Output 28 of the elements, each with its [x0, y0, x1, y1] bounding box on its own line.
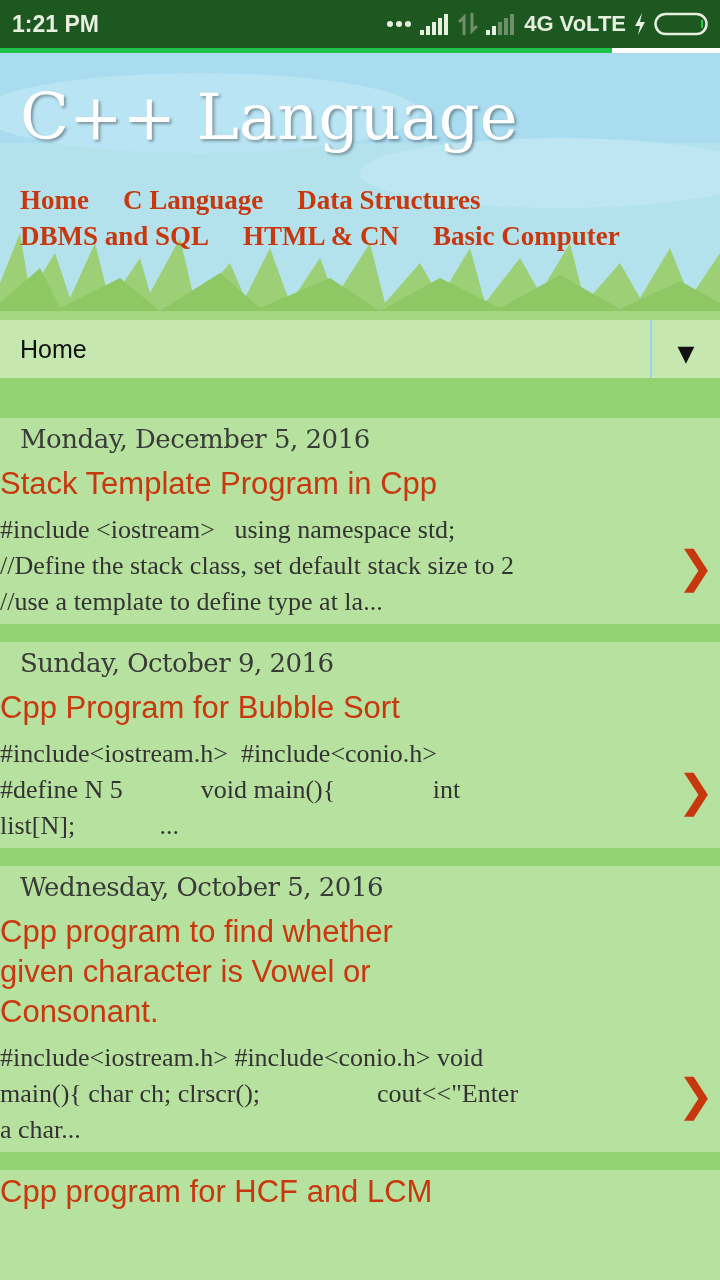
nav-link[interactable]: Data Structures: [297, 185, 481, 216]
more-icon: [386, 20, 413, 28]
nav-link[interactable]: Home: [20, 185, 89, 216]
chevron-icon[interactable]: ❯: [677, 764, 714, 816]
nav-link[interactable]: HTML & CN: [243, 221, 400, 252]
post-title[interactable]: Stack Template Program in Cpp: [0, 462, 720, 512]
post-date: Monday, December 5, 2016: [19, 423, 371, 456]
network-type: 4G VoLTE: [524, 11, 626, 37]
chevron-icon[interactable]: ❯: [677, 540, 714, 592]
charging-icon: [634, 13, 646, 35]
page-dropdown[interactable]: Home ▼: [0, 320, 720, 378]
chevron-icon[interactable]: ❯: [677, 1068, 714, 1120]
status-time: 1:21 PM: [12, 10, 99, 38]
post-snippet: #include<iostream.h> #include<conio.h> #define N 5 void main(){ int list[N]; ...: [0, 738, 461, 842]
signal-icon: [420, 13, 451, 35]
signal-icon: [486, 13, 517, 35]
nav-link[interactable]: C Language: [123, 185, 264, 216]
post-snippet: #include<iostream.h> #include<conio.h> void main(){ char ch; clrscr(); cout<<"Enter a char...: [0, 1042, 519, 1146]
blog-title: C++ Language: [20, 79, 519, 156]
post-title[interactable]: Cpp program to find whether given character is Vowel or Consonant.: [0, 910, 720, 1040]
post-snippet: #include <iostream> using namespace std; //Define the stack class, set default stack size to 2 //use a template to define type at la...: [0, 514, 515, 618]
post-date: Sunday, October 9, 2016: [19, 647, 335, 680]
data-arrows-icon: [458, 13, 479, 35]
battery-icon: [654, 12, 708, 36]
post-title[interactable]: Cpp Program for Bubble Sort: [0, 686, 720, 736]
nav-link[interactable]: DBMS and SQL: [20, 221, 210, 252]
nav-link[interactable]: Basic Computer: [433, 221, 620, 252]
post-date: Wednesday, October 5, 2016: [19, 871, 384, 904]
